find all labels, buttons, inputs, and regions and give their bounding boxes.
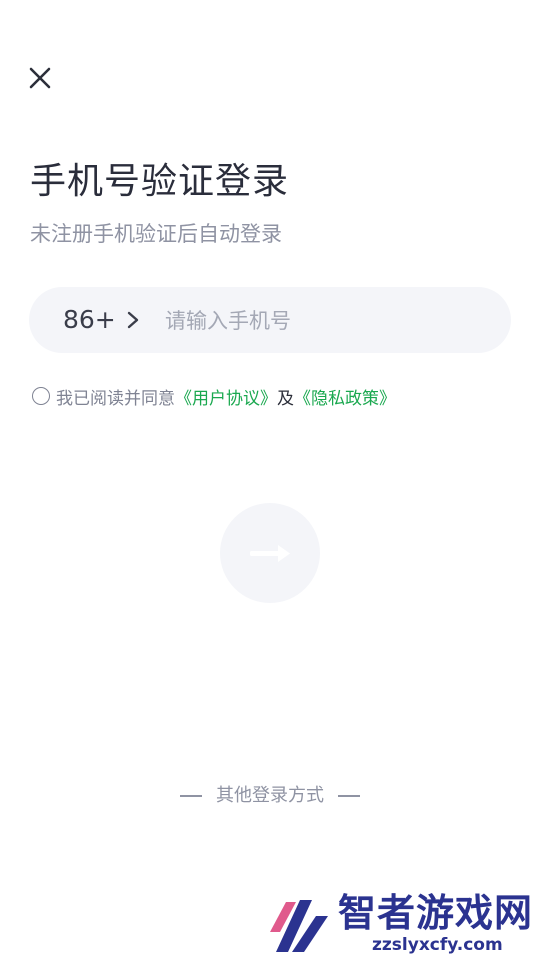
divider-line-left	[180, 795, 202, 797]
watermark-title: 智者游戏网	[338, 891, 534, 935]
watermark-domain: zzslyxcfy.com	[372, 935, 503, 955]
phone-input-row: 86+	[29, 287, 511, 353]
watermark-logo-icon	[270, 900, 328, 952]
arrow-right-icon	[250, 545, 290, 562]
close-button[interactable]	[24, 62, 56, 94]
user-agreement-link[interactable]: 《用户协议》	[175, 384, 277, 409]
watermark: 智者游戏网 zzslyxcfy.com	[260, 890, 540, 960]
close-icon	[29, 67, 51, 89]
agreement-prefix: 我已阅读并同意	[56, 388, 175, 409]
other-login-divider: 其他登录方式	[0, 782, 540, 810]
privacy-policy-link[interactable]: 《隐私政策》	[294, 384, 396, 409]
chevron-right-icon[interactable]	[122, 308, 144, 332]
agreement-row: 我已阅读并同意 《用户协议》 及 《隐私政策》	[32, 382, 396, 410]
agreement-and: 及	[277, 388, 294, 409]
divider-line-right	[338, 795, 360, 797]
agreement-radio[interactable]	[32, 387, 50, 405]
submit-button[interactable]	[220, 503, 320, 603]
page-subtitle: 未注册手机验证后自动登录	[30, 222, 282, 246]
phone-number-input[interactable]	[165, 302, 485, 340]
other-login-label: 其他登录方式	[216, 785, 324, 806]
country-code-selector[interactable]: 86+	[63, 303, 116, 337]
page-title: 手机号验证登录	[30, 161, 290, 202]
